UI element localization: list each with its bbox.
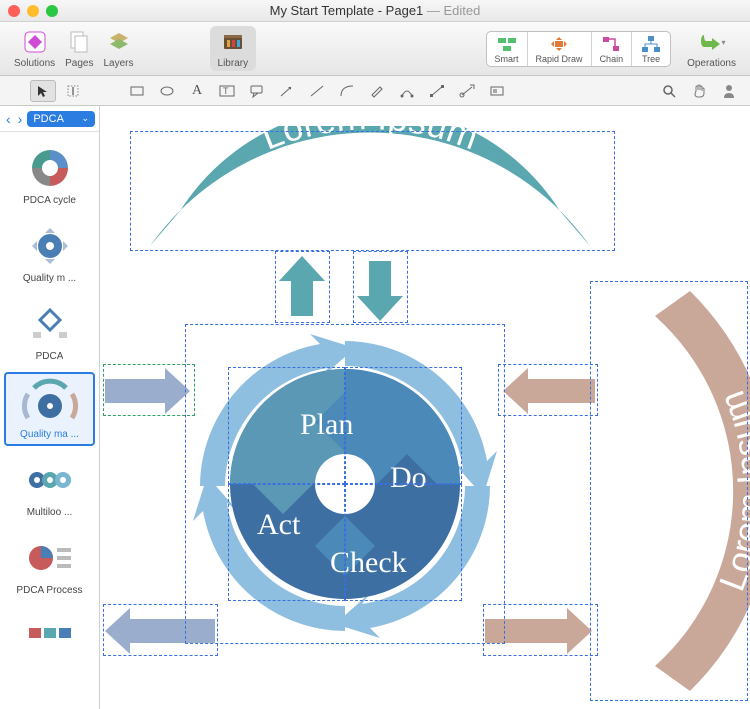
selection-arrow-up[interactable]	[275, 251, 330, 323]
line-tool[interactable]	[304, 80, 330, 102]
thumb-quality-ma-icon	[21, 378, 79, 426]
thumb-label: PDCA Process	[16, 585, 82, 596]
thumb-pdca[interactable]: PDCA	[4, 294, 95, 368]
sidebar-back-button[interactable]: ‹	[4, 111, 13, 127]
rapid-draw-button[interactable]: Rapid Draw	[528, 32, 592, 66]
selection-right-arc[interactable]	[590, 281, 748, 701]
smart-icon	[496, 34, 518, 54]
thumb-label: Quality ma ...	[20, 429, 79, 440]
rect-shape-tool[interactable]	[124, 80, 150, 102]
operations-icon: ▾	[698, 28, 726, 56]
thumb-label: Quality m ...	[23, 273, 76, 284]
selection-wheel-check[interactable]	[345, 484, 462, 601]
chain-label: Chain	[600, 54, 624, 64]
selection-wheel-act[interactable]	[228, 484, 345, 601]
pages-label: Pages	[65, 58, 93, 69]
sidebar-thumbnails: PDCA cycle Quality m ... PDCA Quality ma…	[0, 132, 99, 672]
sidebar-library-select[interactable]: PDCA ⌄	[27, 111, 95, 127]
window-title: My Start Template - Page1 — Edited	[0, 3, 750, 18]
rapid-icon	[548, 34, 570, 54]
rapid-label: Rapid Draw	[536, 54, 583, 64]
chain-mode-button[interactable]: Chain	[592, 32, 633, 66]
toolbar-left-group: Solutions Pages Layers	[10, 26, 138, 71]
chain-icon	[600, 34, 622, 54]
thumb-quality-m1-icon	[21, 222, 79, 270]
container-tool[interactable]	[484, 80, 510, 102]
pencil-tool[interactable]	[364, 80, 390, 102]
chevron-down-icon: ⌄	[81, 113, 89, 124]
thumb-quality-m1[interactable]: Quality m ...	[4, 216, 95, 290]
main-toolbar: Solutions Pages Layers Library Smart Rap	[0, 22, 750, 76]
hand-tool[interactable]	[686, 80, 712, 102]
selection-wheel-do[interactable]	[345, 367, 462, 484]
smart-label: Smart	[495, 54, 519, 64]
library-icon	[219, 28, 247, 56]
selection-wheel-plan[interactable]	[228, 367, 345, 484]
user-tool[interactable]	[716, 80, 742, 102]
pages-icon	[65, 28, 93, 56]
thumb-multiloop-icon	[21, 456, 79, 504]
thumb-label: PDCA	[36, 351, 64, 362]
thumb-pdca-cycle-icon	[21, 144, 79, 192]
text-cursor-tool[interactable]	[60, 80, 86, 102]
svg-text:T: T	[223, 86, 229, 96]
thumb-extra-icon	[21, 612, 79, 660]
tree-icon	[640, 34, 662, 54]
pointer-tool[interactable]	[30, 80, 56, 102]
connector-tool[interactable]	[454, 80, 480, 102]
solutions-label: Solutions	[14, 58, 55, 69]
title-suffix: — Edited	[423, 3, 480, 18]
library-button[interactable]: Library	[210, 26, 257, 71]
layers-button[interactable]: Layers	[100, 26, 138, 71]
solutions-button[interactable]: Solutions	[10, 26, 59, 71]
selection-top-arc[interactable]	[130, 131, 615, 251]
thumb-pdca-icon	[21, 300, 79, 348]
ellipse-shape-tool[interactable]	[154, 80, 180, 102]
thumb-pdca-cycle[interactable]: PDCA cycle	[4, 138, 95, 212]
sidebar-forward-button[interactable]: ›	[16, 111, 25, 127]
operations-button[interactable]: ▾ Operations	[683, 26, 740, 71]
pages-button[interactable]: Pages	[61, 26, 97, 71]
operations-label: Operations	[687, 58, 736, 69]
layers-icon	[105, 28, 133, 56]
thumb-pdca-process[interactable]: PDCA Process	[4, 528, 95, 602]
thumb-quality-ma[interactable]: Quality ma ...	[4, 372, 95, 446]
pen-tool[interactable]	[394, 80, 420, 102]
shapes-sidebar: ‹ › PDCA ⌄ PDCA cycle Quality m ... PDCA	[0, 106, 100, 709]
thumb-multiloop[interactable]: Multiloo ...	[4, 450, 95, 524]
tree-mode-button[interactable]: Tree	[632, 32, 670, 66]
arrow-tool[interactable]	[274, 80, 300, 102]
window-titlebar: My Start Template - Page1 — Edited	[0, 0, 750, 22]
library-label: Library	[218, 58, 249, 69]
textbox-tool[interactable]: T	[214, 80, 240, 102]
draw-mode-segment: Smart Rapid Draw Chain Tree	[486, 31, 672, 67]
layers-label: Layers	[104, 58, 134, 69]
text-tool[interactable]: A	[184, 80, 210, 102]
search-tool[interactable]	[656, 80, 682, 102]
callout-tool[interactable]	[244, 80, 270, 102]
shape-toolbar: A T	[0, 76, 750, 106]
solutions-icon	[21, 28, 49, 56]
curve-tool[interactable]	[334, 80, 360, 102]
thumb-label: Multiloo ...	[27, 507, 73, 518]
title-main: My Start Template - Page1	[270, 3, 424, 18]
thumb-extra[interactable]	[4, 606, 95, 666]
tree-label: Tree	[642, 54, 660, 64]
smart-mode-button[interactable]: Smart	[487, 32, 528, 66]
edit-points-tool[interactable]	[424, 80, 450, 102]
sidebar-library-label: PDCA	[33, 113, 64, 125]
sidebar-header: ‹ › PDCA ⌄	[0, 106, 99, 132]
thumb-label: PDCA cycle	[23, 195, 76, 206]
drawing-canvas[interactable]: Lorem Ipsum Plan Do Check Act	[100, 106, 750, 709]
thumb-pdca-process-icon	[21, 534, 79, 582]
selection-arrow-down[interactable]	[353, 251, 408, 323]
